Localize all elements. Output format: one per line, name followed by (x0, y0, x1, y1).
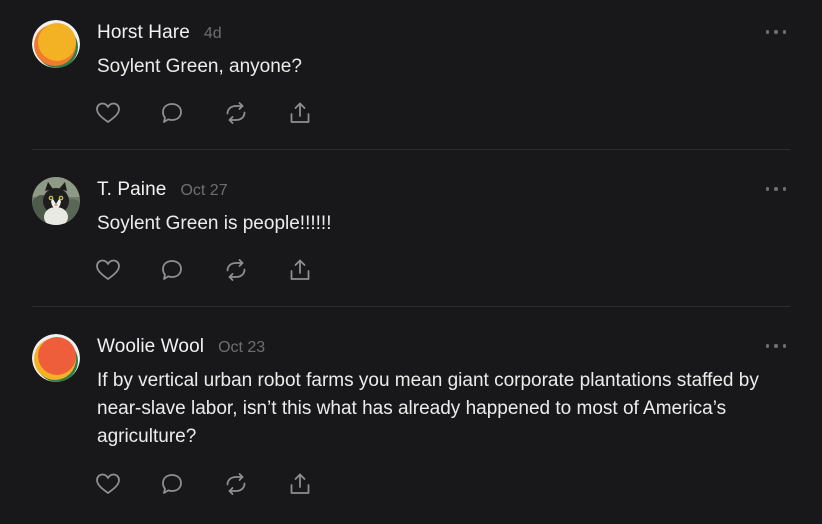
author-name[interactable]: T. Paine (97, 179, 166, 201)
timestamp[interactable]: Oct 27 (180, 182, 227, 200)
heart-icon[interactable] (95, 257, 121, 283)
comment-header: Woolie Wool Oct 23 (97, 336, 265, 360)
more-options-icon[interactable] (766, 26, 786, 38)
more-options-icon[interactable] (766, 340, 786, 352)
divider (32, 306, 790, 307)
comment-actions (95, 257, 351, 283)
avatar[interactable] (32, 334, 80, 382)
author-name[interactable]: Horst Hare (97, 22, 190, 44)
comment-text: If by vertical urban robot farms you mea… (97, 370, 759, 447)
timestamp[interactable]: Oct 23 (218, 339, 265, 357)
timestamp[interactable]: 4d (204, 25, 222, 43)
author-name[interactable]: Woolie Wool (97, 336, 204, 358)
avatar[interactable] (32, 177, 80, 225)
more-options-icon[interactable] (766, 183, 786, 195)
share-icon[interactable] (287, 100, 313, 126)
heart-icon[interactable] (95, 100, 121, 126)
comment-actions (95, 100, 351, 126)
avatar[interactable] (32, 20, 80, 68)
repost-icon[interactable] (223, 471, 249, 497)
repost-icon[interactable] (223, 257, 249, 283)
comment-actions (95, 471, 351, 497)
comment-text: Soylent Green, anyone? (97, 56, 302, 77)
comment-icon[interactable] (159, 257, 185, 283)
comment-icon[interactable] (159, 471, 185, 497)
share-icon[interactable] (287, 471, 313, 497)
repost-icon[interactable] (223, 100, 249, 126)
comment-header: T. Paine Oct 27 (97, 179, 228, 203)
comment-text: Soylent Green is people!!!!!! (97, 213, 332, 234)
share-icon[interactable] (287, 257, 313, 283)
divider (32, 149, 790, 150)
heart-icon[interactable] (95, 471, 121, 497)
comment-header: Horst Hare 4d (97, 22, 222, 46)
comment-icon[interactable] (159, 100, 185, 126)
